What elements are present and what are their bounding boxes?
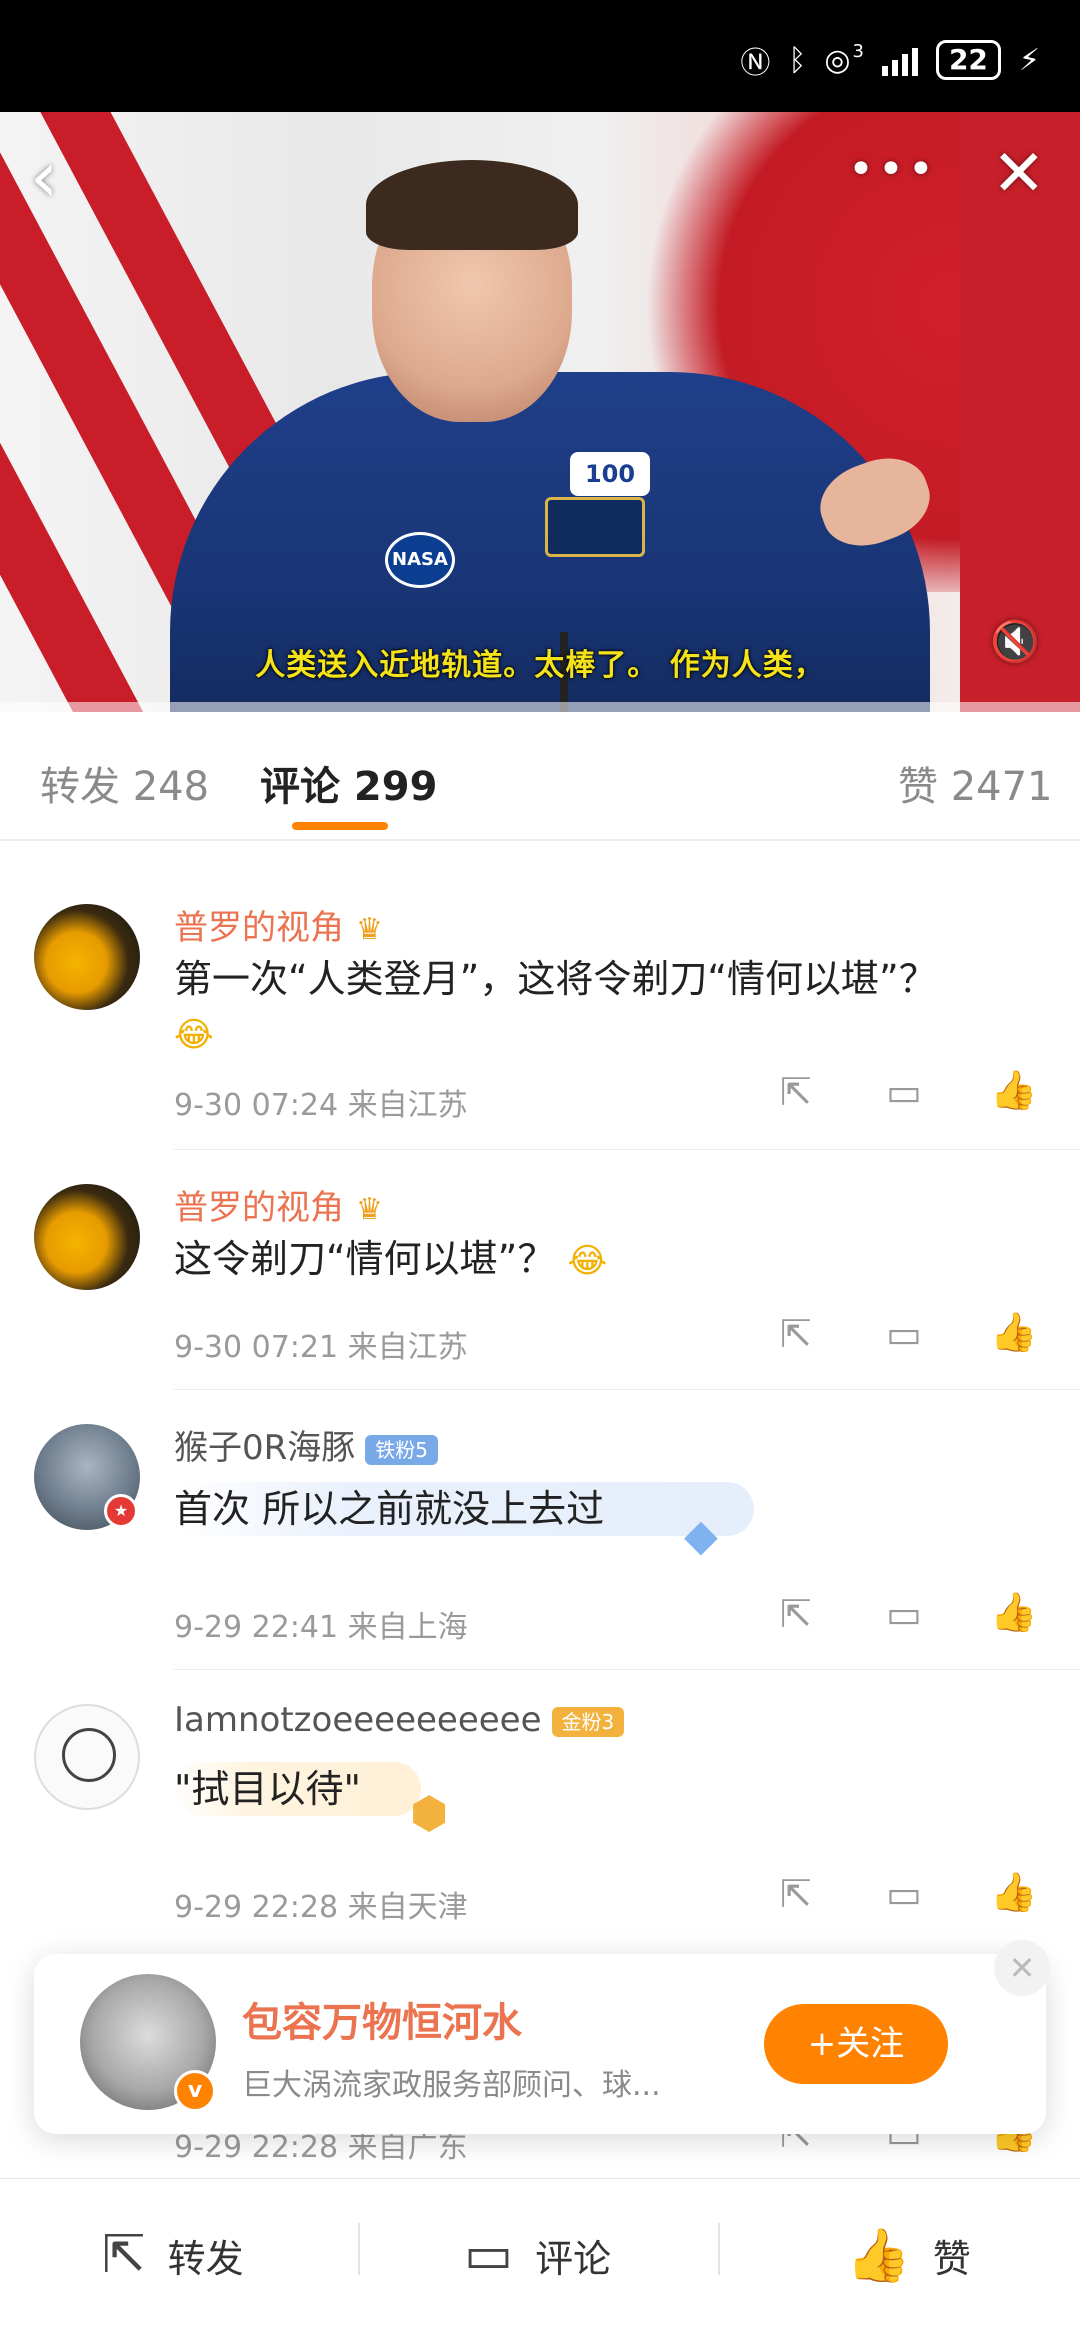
fan-badge: 金粉3 — [551, 1706, 625, 1737]
like-label: 赞 — [932, 2237, 971, 2281]
video-player[interactable]: NASA 100 人类送入近地轨道。太棒了。 作为人类， ‹ ••• ✕ 🔇 — [0, 112, 1080, 712]
username-text[interactable]: 猴子0R海豚 — [174, 1428, 355, 1468]
share-icon[interactable]: ⇱ — [780, 1872, 812, 1916]
username-text[interactable]: 普罗的视角 — [174, 1188, 344, 1228]
comment-text: 这令剃刀“情何以堪”？ 😂 — [174, 1232, 1034, 1288]
video-progress-bar[interactable] — [0, 702, 1080, 712]
comment-username[interactable]: Iamnotzoeeeeeeeeee 金粉3 — [174, 1700, 625, 1740]
repost-button[interactable]: ⇱ 转发 — [102, 2225, 244, 2285]
like-icon[interactable]: 👍 — [990, 1068, 1037, 1113]
comment-text: 首次 所以之前就没上去过 — [174, 1482, 1034, 1536]
comment-item: 普罗的视角 ♛ 这令剃刀“情何以堪”？ 😂 9-30 07:21 来自江苏 ⇱ ▭… — [0, 1150, 1080, 1390]
repost-label: 转发 — [167, 2236, 244, 2281]
avatar[interactable] — [34, 904, 140, 1010]
username-text[interactable]: Iamnotzoeeeeeeeeee — [174, 1700, 542, 1740]
mute-icon[interactable]: 🔇 — [990, 622, 1040, 662]
crown-icon: ♛ — [356, 1192, 383, 1227]
gem-icon: ◆ — [684, 1510, 718, 1561]
signal-icon — [881, 44, 918, 76]
charging-icon: ⚡ — [1018, 42, 1040, 78]
comment-username[interactable]: 普罗的视角 ♛ — [174, 900, 383, 949]
comment-button[interactable]: ▭ 评论 — [464, 2225, 611, 2285]
comment-body: 这令剃刀“情何以堪”？ — [174, 1237, 556, 1281]
video-subtitle: 人类送入近地轨道。太棒了。 作为人类， — [255, 648, 825, 683]
comment-item: ★ 猴子0R海豚 铁粉5 首次 所以之前就没上去过 ◆ 9-29 22:41 来自… — [0, 1390, 1080, 1670]
reply-icon[interactable]: ▭ — [886, 1312, 922, 1356]
tab-repost[interactable]: 转发 248 — [40, 754, 209, 812]
divider — [358, 2223, 360, 2275]
comment-meta: 9-30 07:24 来自江苏 — [174, 1088, 468, 1123]
laugh-cry-emoji: 😂 — [567, 1241, 608, 1281]
status-bar: Ⓝ ᛒ ◎ 3 22 ⚡ — [0, 0, 1080, 112]
share-icon[interactable]: ⇱ — [780, 1070, 812, 1114]
tab-likes[interactable]: 赞 2471 — [898, 754, 1053, 812]
comment-text: "拭目以待" — [174, 1762, 1034, 1816]
avatar[interactable] — [34, 1704, 140, 1810]
reply-icon[interactable]: ▭ — [886, 1070, 922, 1114]
reply-icon[interactable]: ▭ — [886, 1872, 922, 1916]
anniversary-patch: 100 — [570, 452, 650, 496]
comment-body: "拭目以待" — [174, 1767, 361, 1811]
more-icon[interactable]: ••• — [848, 148, 938, 192]
comment-icon: ▭ — [464, 2225, 514, 2285]
follow-suggestion-card[interactable]: v 包容万物恒河水 巨大涡流家政服务部顾问、球... +关注 ✕ — [34, 1940, 1050, 2134]
share-icon: ⇱ — [102, 2225, 146, 2285]
comment-body: 首次 所以之前就没上去过 — [174, 1487, 605, 1531]
divider — [0, 840, 1080, 841]
verified-badge-icon: v — [174, 2070, 216, 2112]
signal-superscript: 3 — [852, 40, 864, 62]
comment-item: 普罗的视角 ♛ 第一次“人类登月”，这将令剃刀“情何以堪”？ 😂 9-30 07:… — [0, 870, 1080, 1150]
crown-icon: ♛ — [356, 912, 383, 947]
like-icon[interactable]: 👍 — [990, 1310, 1037, 1355]
hotspot-icon: ◎ — [824, 42, 851, 78]
comment-text: 第一次“人类登月”，这将令剃刀“情何以堪”？ 😂 — [174, 952, 1034, 1062]
suggested-user-description: 巨大涡流家政服务部顾问、球... — [242, 2068, 661, 2103]
close-icon[interactable]: ✕ — [994, 1940, 1050, 1996]
nasa-patch: NASA — [385, 532, 455, 588]
comment-label: 评论 — [535, 2236, 612, 2281]
verified-badge-icon: ★ — [104, 1494, 138, 1528]
bluetooth-icon: ᛒ — [788, 42, 807, 78]
comment-bubble: 首次 所以之前就没上去过 — [174, 1482, 755, 1536]
fan-badge: 铁粉5 — [365, 1434, 438, 1465]
laugh-cry-emoji: 😂 — [174, 1015, 214, 1055]
divider — [718, 2223, 720, 2275]
like-icon[interactable]: 👍 — [990, 1590, 1037, 1635]
battery-indicator: 22 — [935, 40, 1001, 80]
wings-patch — [545, 497, 645, 557]
close-icon[interactable]: ✕ — [992, 142, 1046, 206]
tab-active-indicator — [292, 822, 388, 830]
username-text[interactable]: 普罗的视角 — [174, 908, 344, 948]
share-icon[interactable]: ⇱ — [780, 1592, 812, 1636]
comment-body: 第一次“人类登月”，这将令剃刀“情何以堪”？ — [174, 957, 937, 1001]
back-icon[interactable]: ‹ — [30, 142, 58, 212]
comment-meta: 9-29 22:41 来自上海 — [174, 1610, 468, 1645]
comment-username[interactable]: 普罗的视角 ♛ — [174, 1180, 383, 1229]
tab-bar: 转发 248 评论 299 赞 2471 — [0, 712, 1080, 840]
gem-icon: ⬢ — [410, 1788, 449, 1839]
avatar-sketch-face — [62, 1728, 116, 1782]
comment-username[interactable]: 猴子0R海豚 铁粉5 — [174, 1420, 438, 1469]
avatar[interactable] — [34, 1184, 140, 1290]
suggested-user-name[interactable]: 包容万物恒河水 — [242, 1990, 522, 2048]
bottom-action-bar: ⇱ 转发 ▭ 评论 👍 赞 — [0, 2178, 1080, 2331]
like-button[interactable]: 👍 赞 — [846, 2225, 971, 2286]
comment-meta: 9-29 22:28 来自天津 — [174, 1890, 468, 1925]
comment-item: Iamnotzoeeeeeeeeee 金粉3 "拭目以待" ⬢ 9-29 22:2… — [0, 1670, 1080, 1950]
status-icons: Ⓝ ᛒ ◎ 3 22 ⚡ — [740, 38, 1040, 82]
like-icon[interactable]: 👍 — [990, 1870, 1037, 1915]
follow-button[interactable]: +关注 — [764, 2004, 948, 2084]
like-icon: 👍 — [846, 2226, 911, 2286]
tab-comments[interactable]: 评论 299 — [260, 754, 437, 812]
nfc-icon: Ⓝ — [740, 46, 771, 81]
comment-bubble: "拭目以待" — [174, 1762, 421, 1816]
share-icon[interactable]: ⇱ — [780, 1312, 812, 1356]
comment-meta: 9-30 07:21 来自江苏 — [174, 1330, 468, 1365]
astronaut-hair — [366, 160, 578, 250]
reply-icon[interactable]: ▭ — [886, 1592, 922, 1636]
